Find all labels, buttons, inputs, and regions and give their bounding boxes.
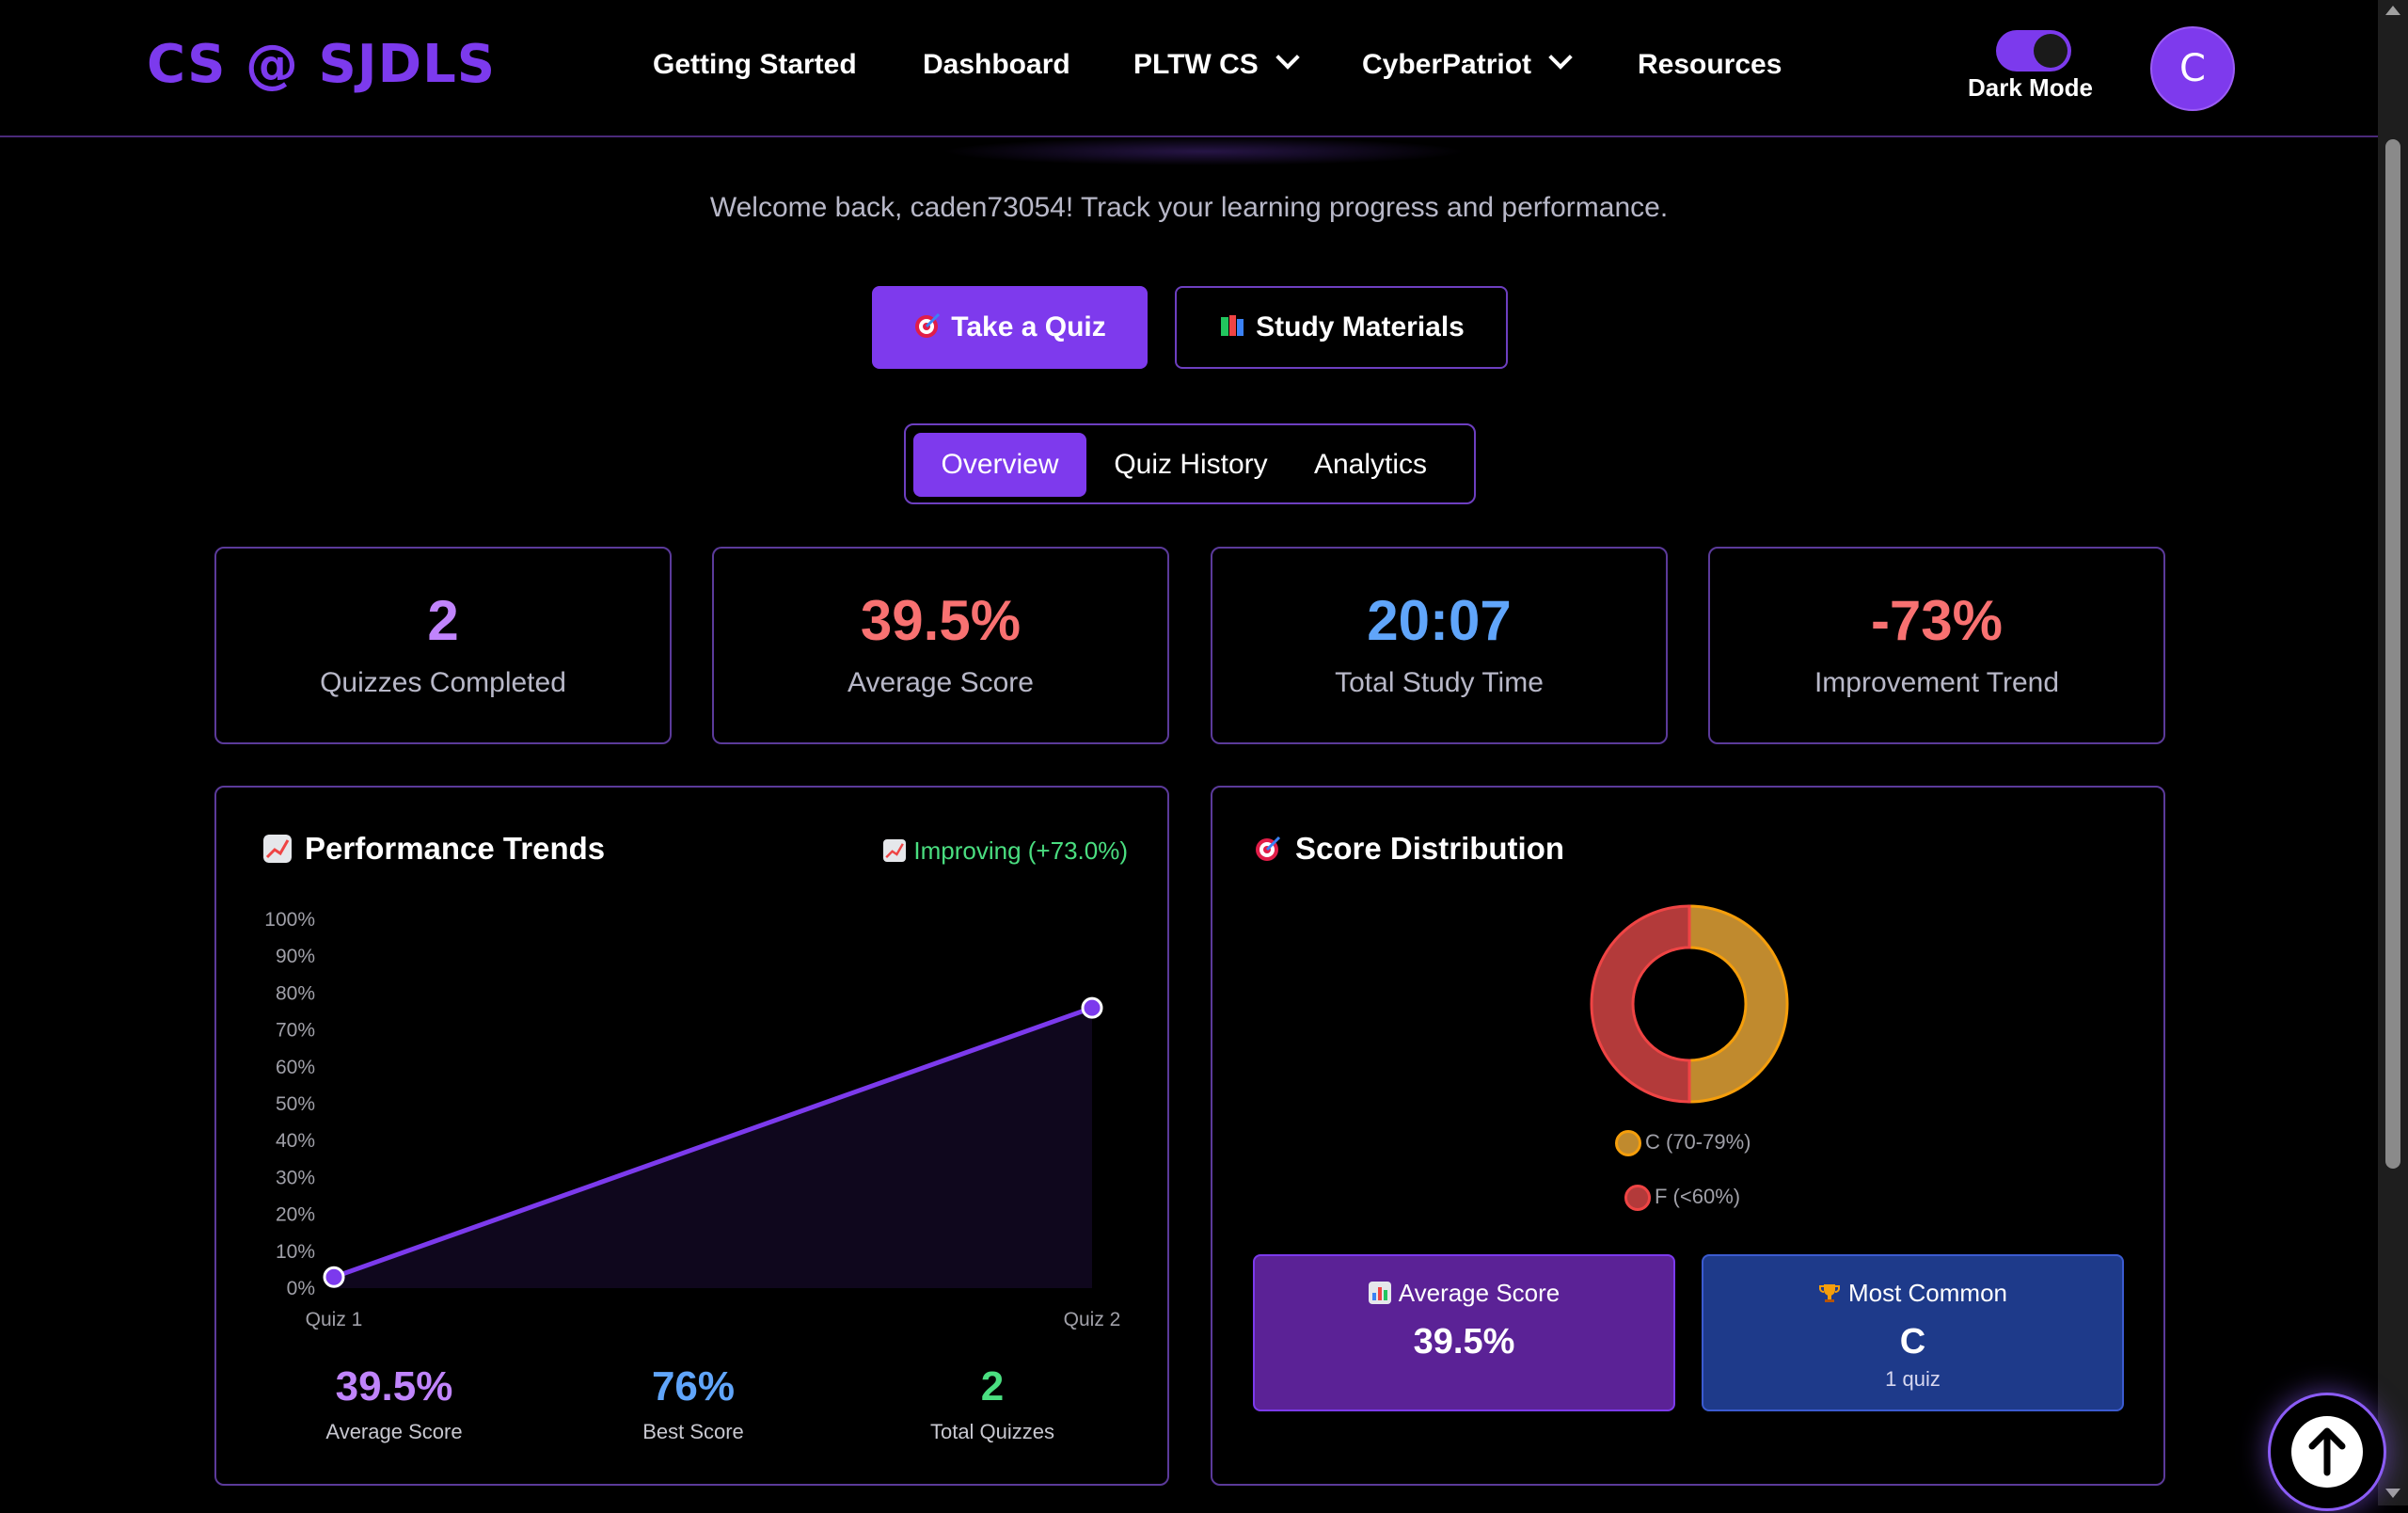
x-tick-label: Quiz 1 [306, 1309, 363, 1330]
legend-swatch-f [1624, 1185, 1651, 1211]
nav-cyberpatriot-label: CyberPatriot [1362, 49, 1532, 80]
donut-slice-f [1590, 904, 1691, 1104]
bar-chart-icon [1368, 1282, 1391, 1304]
take-quiz-label: Take a Quiz [951, 311, 1106, 342]
stat-card-quizzes-completed: 2 Quizzes Completed [214, 547, 672, 744]
summary-average-label: Average Score [325, 1420, 463, 1443]
stat-value: -73% [1870, 589, 2004, 652]
y-tick-label: 70% [276, 1020, 315, 1042]
tab-quiz-history[interactable]: Quiz History [1103, 433, 1278, 497]
tab-overview[interactable]: Overview [913, 433, 1086, 497]
donut-slice-c [1687, 904, 1789, 1104]
trophy-icon [1818, 1284, 1840, 1302]
most-common-card-sub: 1 quiz [1885, 1367, 1941, 1391]
user-avatar[interactable]: C [2150, 26, 2235, 111]
legend-label-f: F (<60%) [1655, 1185, 1741, 1208]
tab-analytics[interactable]: Analytics [1284, 433, 1457, 497]
score-distribution-panel: Score Distribution C (70-79%) F (<60%) A… [1211, 786, 2165, 1486]
nav-cyberpatriot[interactable]: CyberPatriot [1362, 45, 1573, 81]
nav-getting-started[interactable]: Getting Started [653, 49, 857, 81]
y-tick-label: 80% [276, 982, 315, 1004]
most-common-card-title-text: Most Common [1847, 1279, 2008, 1307]
page-scrollbar[interactable] [2378, 0, 2408, 1505]
most-common-card-title: Most Common [1703, 1279, 2122, 1308]
dart-target-icon [1256, 836, 1281, 861]
welcome-message: Welcome back, caden73054! Track your lea… [709, 192, 1669, 223]
y-tick-label: 0% [287, 1278, 315, 1299]
toggle-knob [2034, 34, 2067, 68]
scroll-down-arrow-icon[interactable] [2385, 1489, 2400, 1498]
study-materials-button[interactable]: Study Materials [1175, 286, 1508, 369]
legend-label-c: C (70-79%) [1645, 1130, 1751, 1154]
score-donut-chart [1590, 904, 1789, 1104]
header-glow [941, 137, 1467, 166]
books-icon [1221, 315, 1244, 336]
dart-target-icon [915, 312, 941, 338]
score-distribution-title: Score Distribution [1254, 831, 1564, 867]
scroll-up-arrow-icon[interactable] [2385, 6, 2400, 15]
x-tick-label: Quiz 2 [1064, 1309, 1121, 1330]
legend-swatch-c [1615, 1130, 1641, 1156]
stat-label: Improvement Trend [1814, 667, 2060, 698]
stat-card-average-score: 39.5% Average Score [712, 547, 1169, 744]
data-point [323, 1266, 345, 1288]
stat-label: Average Score [848, 667, 1034, 698]
stat-value: 20:07 [1367, 589, 1512, 652]
stat-card-total-study-time: 20:07 Total Study Time [1211, 547, 1668, 744]
y-tick-label: 90% [276, 946, 315, 967]
scroll-to-top-button[interactable] [2268, 1393, 2386, 1511]
scrollbar-thumb[interactable] [2385, 139, 2400, 1169]
top-navbar: CS @ SJDLS Getting Started Dashboard PLT… [0, 0, 2378, 137]
stat-value: 39.5% [860, 589, 1022, 652]
summary-best-label: Best Score [642, 1420, 744, 1443]
data-point [1081, 996, 1103, 1019]
most-common-card: Most Common C 1 quiz [1702, 1254, 2124, 1411]
average-score-card-title: Average Score [1255, 1279, 1673, 1308]
take-quiz-button[interactable]: Take a Quiz [872, 286, 1148, 369]
chevron-down-icon [1548, 45, 1573, 70]
y-tick-label: 20% [276, 1204, 315, 1226]
dashboard-tabs: Overview Quiz History Analytics [904, 423, 1476, 504]
y-tick-label: 50% [276, 1093, 315, 1115]
average-score-card-title-text: Average Score [1398, 1279, 1560, 1307]
summary-best-value: 76% [651, 1363, 736, 1409]
site-logo[interactable]: CS @ SJDLS [147, 34, 496, 95]
stat-label: Quizzes Completed [320, 667, 566, 698]
legend-item-c[interactable]: C (70-79%) [1615, 1130, 1751, 1156]
summary-total-value: 2 [980, 1363, 1005, 1409]
chevron-down-icon [1275, 45, 1300, 70]
stat-card-improvement-trend: -73% Improvement Trend [1708, 547, 2165, 744]
study-materials-label: Study Materials [1256, 311, 1465, 342]
performance-trends-panel: Performance Trends Improving (+73.0%) 0%… [214, 786, 1169, 1486]
most-common-card-value: C [1899, 1322, 1926, 1362]
summary-total-label: Total Quizzes [929, 1420, 1055, 1443]
average-score-card: Average Score 39.5% [1253, 1254, 1675, 1411]
y-tick-label: 60% [276, 1057, 315, 1078]
y-tick-label: 100% [264, 909, 315, 931]
performance-line-chart: 0% 10% 20% 30% 40% 50% 60% 70% 80% 90% 100% Quiz 1 Q… [264, 909, 1121, 1330]
dark-mode-label: Dark Mode [1968, 73, 2093, 102]
y-tick-label: 40% [276, 1130, 315, 1152]
y-tick-label: 10% [276, 1241, 315, 1263]
nav-dashboard[interactable]: Dashboard [923, 49, 1070, 81]
summary-average-value: 39.5% [335, 1363, 453, 1409]
nav-pltw-cs-label: PLTW CS [1133, 49, 1259, 80]
nav-pltw-cs[interactable]: PLTW CS [1133, 45, 1300, 81]
y-tick-label: 30% [276, 1167, 315, 1188]
stat-value: 2 [427, 589, 459, 652]
dark-mode-toggle[interactable] [1996, 30, 2071, 72]
score-distribution-title-text: Score Distribution [1295, 831, 1565, 866]
average-score-card-value: 39.5% [1413, 1322, 1515, 1362]
legend-item-f[interactable]: F (<60%) [1624, 1185, 1740, 1211]
arrow-up-icon [2291, 1416, 2363, 1488]
nav-resources[interactable]: Resources [1638, 49, 1782, 81]
stat-label: Total Study Time [1335, 667, 1544, 698]
